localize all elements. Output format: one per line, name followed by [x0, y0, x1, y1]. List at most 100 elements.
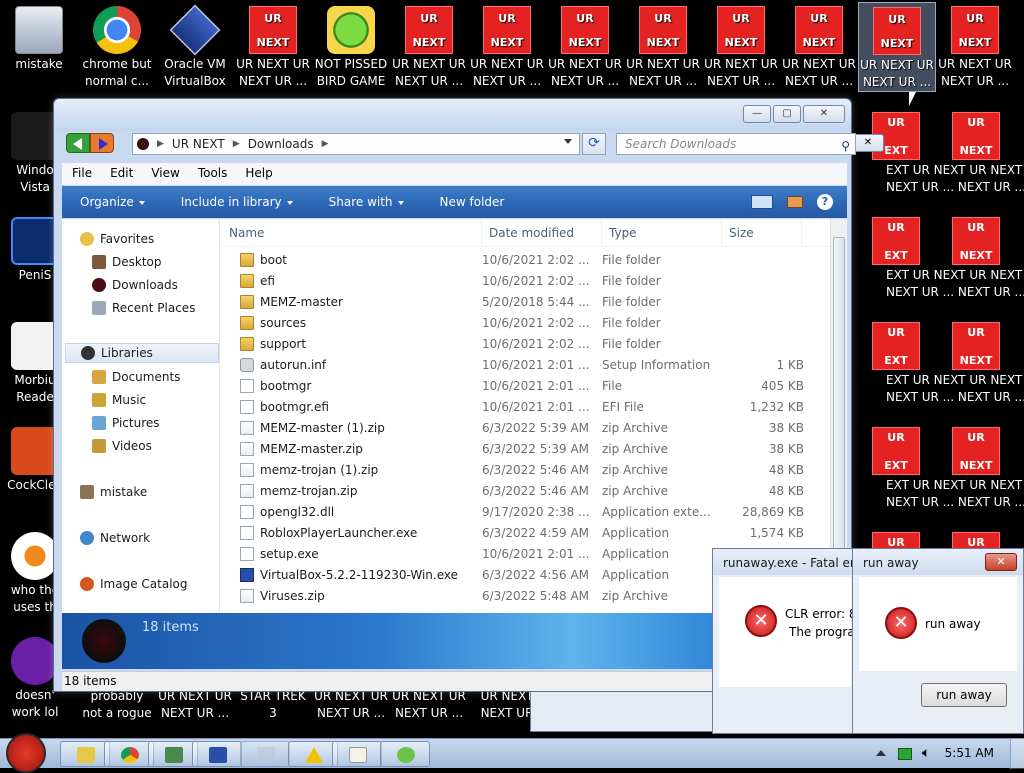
breadcrumb-downloads[interactable]: Downloads [248, 137, 314, 151]
show-desktop-button[interactable] [1010, 739, 1024, 769]
column-size[interactable]: Size [722, 219, 802, 246]
desktop-icon-bottom-2[interactable]: STAR TREK 3 [234, 688, 312, 722]
breadcrumb-separator-icon[interactable]: ▶ [233, 139, 240, 149]
include-in-library-button[interactable]: Include in library [163, 195, 311, 209]
taskbar-game-button[interactable] [380, 741, 430, 767]
nav-network[interactable]: Network [80, 528, 150, 548]
menu-help[interactable]: Help [237, 163, 282, 185]
desktop-icon-chrome[interactable]: chrome but normal c... [78, 2, 156, 90]
search-icon[interactable]: ⚲ [841, 136, 850, 156]
ur-next-icon[interactable]: UR NEXT [952, 427, 1000, 475]
taskbar-vbox-button[interactable] [192, 741, 242, 767]
volume-icon[interactable]: 🔈︎ [922, 745, 930, 761]
desktop-icon-ur[interactable]: UR NEXT UR NEXT UR NEXT UR ... [624, 2, 702, 90]
column-type[interactable]: Type [602, 219, 722, 246]
file-row[interactable]: bootmgr 10/6/2021 2:01 ... File 405 KB [222, 375, 830, 396]
column-name[interactable]: Name [222, 219, 482, 246]
desktop-icon-ur[interactable]: UR NEXT UR NEXT UR NEXT UR ... [780, 2, 858, 90]
column-date-modified[interactable]: Date modified [482, 219, 602, 246]
dialog-title[interactable]: runaway.exe - Fatal err [713, 549, 857, 575]
desktop-icon-ur[interactable]: UR NEXT UR NEXT UR NEXT UR ... [546, 2, 624, 90]
search-input[interactable]: Search Downloads ⚲ [616, 133, 856, 155]
desktop-icon-bottom-4[interactable]: UR NEXT UR NEXT UR ... [390, 688, 468, 722]
desktop-icon-ur[interactable]: UR NEXT UR NEXT UR NEXT UR ... [234, 2, 312, 90]
file-row[interactable]: MEMZ-master (1).zip 6/3/2022 5:39 AM zip A… [222, 417, 830, 438]
file-row[interactable]: bootmgr.efi 10/6/2021 2:01 ... EFI File 1,2… [222, 396, 830, 417]
nav-image-catalog[interactable]: Image Catalog [80, 574, 187, 594]
file-row[interactable]: support 10/6/2021 2:02 ... File folder [222, 333, 830, 354]
desktop-icon-bottom-3[interactable]: UR NEXT UR NEXT UR ... [312, 688, 390, 722]
background-window-close-button[interactable]: ✕ [852, 134, 884, 152]
share-with-button[interactable]: Share with [311, 195, 422, 209]
ur-next-icon[interactable]: UR NEXT [952, 112, 1000, 160]
file-row[interactable]: MEMZ-master 5/20/2018 5:44 ... File folder [222, 291, 830, 312]
desktop-icon-ur[interactable]: UR NEXT UR NEXT UR NEXT UR ... [468, 2, 546, 90]
desktop-icon-ur[interactable]: UR NEXT UR NEXT UR NEXT UR ... [936, 2, 1014, 90]
nav-user[interactable]: mistake [80, 482, 147, 502]
nav-documents[interactable]: Documents [92, 367, 180, 387]
back-button[interactable] [66, 133, 90, 153]
menu-tools[interactable]: Tools [190, 163, 238, 185]
view-options-icon[interactable] [751, 195, 773, 209]
tray-expand-icon[interactable] [876, 750, 886, 756]
desktop-icon-bottom-0[interactable]: probably not a rogue [78, 688, 156, 722]
file-row[interactable]: RobloxPlayerLauncher.exe 6/3/2022 4:59 AM… [222, 522, 830, 543]
maximize-button[interactable]: ▢ [773, 105, 801, 123]
desktop-icon-bird[interactable]: NOT PISSED BIRD GAME [312, 2, 390, 90]
run-away-button[interactable]: run away [921, 683, 1007, 707]
taskbar-warning-button[interactable] [288, 741, 338, 767]
ur-next-icon[interactable]: UR NEXT [952, 322, 1000, 370]
organize-button[interactable]: Organize [62, 195, 163, 209]
nav-desktop[interactable]: Desktop [92, 252, 162, 272]
new-folder-button[interactable]: New folder [422, 195, 523, 209]
breadcrumb-separator-icon[interactable]: ▶ [322, 139, 329, 149]
menu-edit[interactable]: Edit [102, 163, 143, 185]
file-row[interactable]: sources 10/6/2021 2:02 ... File folder [222, 312, 830, 333]
desktop-icon-ur[interactable]: UR NEXT UR NEXT UR NEXT UR ... [702, 2, 780, 90]
file-row[interactable]: efi 10/6/2021 2:02 ... File folder [222, 270, 830, 291]
menu-file[interactable]: File [64, 163, 102, 185]
close-button[interactable]: ✕ [803, 105, 845, 123]
ur-next-icon[interactable]: UR EXT [872, 217, 920, 265]
file-row[interactable]: autorun.inf 10/6/2021 2:01 ... Setup Infor… [222, 354, 830, 375]
start-button[interactable] [6, 733, 46, 773]
taskbar-explorer-button[interactable] [60, 741, 110, 767]
ur-next-icon[interactable]: UR EXT [872, 322, 920, 370]
desktop-icon-ur[interactable]: UR NEXT UR NEXT UR NEXT UR ... [858, 2, 936, 92]
address-bar[interactable]: ▶ UR NEXT ▶ Downloads ▶ [132, 133, 580, 155]
menu-view[interactable]: View [143, 163, 189, 185]
forward-button[interactable] [90, 133, 114, 153]
desktop-icon-ur[interactable]: UR NEXT UR NEXT UR NEXT UR ... [390, 2, 468, 90]
nav-music[interactable]: Music [92, 390, 146, 410]
clock[interactable]: 5:51 AM [945, 746, 994, 760]
taskbar-chrome-button[interactable] [104, 741, 154, 767]
taskbar-blank-button[interactable] [240, 741, 290, 767]
scrollbar-thumb[interactable] [833, 237, 845, 577]
nav-libraries[interactable]: Libraries [65, 343, 219, 363]
nav-downloads[interactable]: Downloads [92, 275, 178, 295]
taskbar-notepad-button[interactable] [332, 741, 382, 767]
breadcrumb-ur-next[interactable]: UR NEXT [172, 137, 225, 151]
file-row[interactable]: MEMZ-master.zip 6/3/2022 5:39 AM zip Archi… [222, 438, 830, 459]
window-titlebar[interactable]: — ▢ ✕ [54, 99, 851, 131]
help-icon[interactable]: ? [817, 194, 833, 210]
breadcrumb-separator-icon[interactable]: ▶ [157, 139, 164, 149]
file-row[interactable]: memz-trojan (1).zip 6/3/2022 5:46 AM zip A… [222, 459, 830, 480]
desktop-icon-bottom-1[interactable]: UR NEXT UR NEXT UR ... [156, 688, 234, 722]
preview-pane-icon[interactable] [787, 196, 803, 208]
nav-pictures[interactable]: Pictures [92, 413, 160, 433]
desktop-icon-vbox[interactable]: Oracle VM VirtualBox [156, 2, 234, 90]
nav-recent-places[interactable]: Recent Places [92, 298, 195, 318]
file-row[interactable]: opengl32.dll 9/17/2020 2:38 ... Applicatio… [222, 501, 830, 522]
ur-next-icon[interactable]: UR NEXT [952, 217, 1000, 265]
refresh-button[interactable]: ⟳ [582, 133, 606, 155]
dialog-close-button[interactable]: ✕ [985, 553, 1017, 571]
taskbar-app-button[interactable] [148, 741, 198, 767]
file-row[interactable]: boot 10/6/2021 2:02 ... File folder [222, 249, 830, 270]
nav-videos[interactable]: Videos [92, 436, 152, 456]
network-status-icon[interactable] [898, 748, 912, 760]
file-row[interactable]: memz-trojan.zip 6/3/2022 5:46 AM zip Archi… [222, 480, 830, 501]
nav-favorites[interactable]: Favorites [80, 229, 154, 249]
minimize-button[interactable]: — [743, 105, 771, 123]
desktop-icon-mistake[interactable]: mistake [0, 2, 78, 73]
